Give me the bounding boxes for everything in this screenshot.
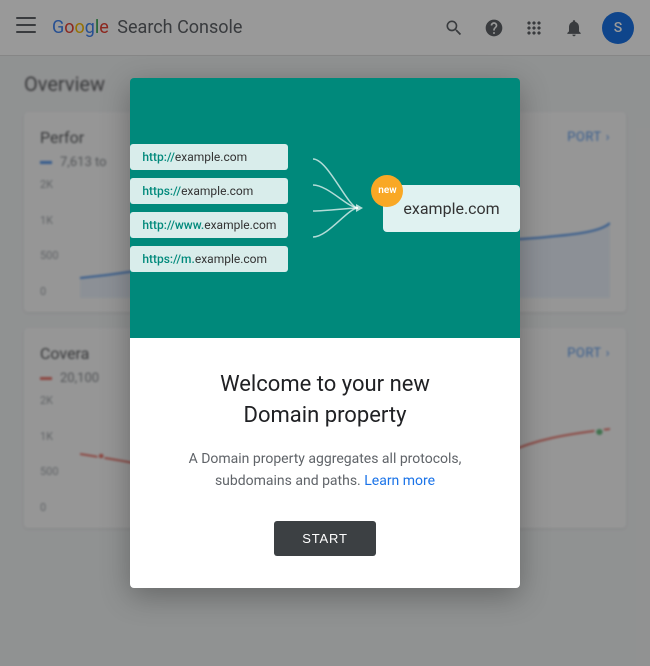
url-item-1: http://example.com bbox=[130, 144, 288, 170]
url-item-2: https://example.com bbox=[130, 178, 288, 204]
learn-more-link[interactable]: Learn more bbox=[364, 473, 435, 489]
url-item-4: https://m.example.com bbox=[130, 246, 288, 272]
url-list: http://example.com https://example.com h… bbox=[130, 144, 288, 272]
modal-description: A Domain property aggregates all protoco… bbox=[170, 448, 480, 493]
start-button[interactable]: START bbox=[274, 521, 375, 556]
domain-property-modal: http://example.com https://example.com h… bbox=[130, 78, 520, 587]
modal-title: Welcome to your new Domain property bbox=[170, 370, 480, 432]
domain-target-container: new example.com bbox=[383, 185, 519, 232]
new-badge: new bbox=[371, 175, 403, 207]
domain-diagram: http://example.com https://example.com h… bbox=[130, 143, 520, 273]
modal-content: Welcome to your new Domain property A Do… bbox=[130, 338, 520, 587]
modal-illustration: http://example.com https://example.com h… bbox=[130, 78, 520, 338]
arrow-svg bbox=[308, 143, 363, 273]
url-item-3: http://www.example.com bbox=[130, 212, 288, 238]
modal-overlay: http://example.com https://example.com h… bbox=[0, 0, 650, 666]
domain-box: example.com bbox=[383, 185, 519, 232]
